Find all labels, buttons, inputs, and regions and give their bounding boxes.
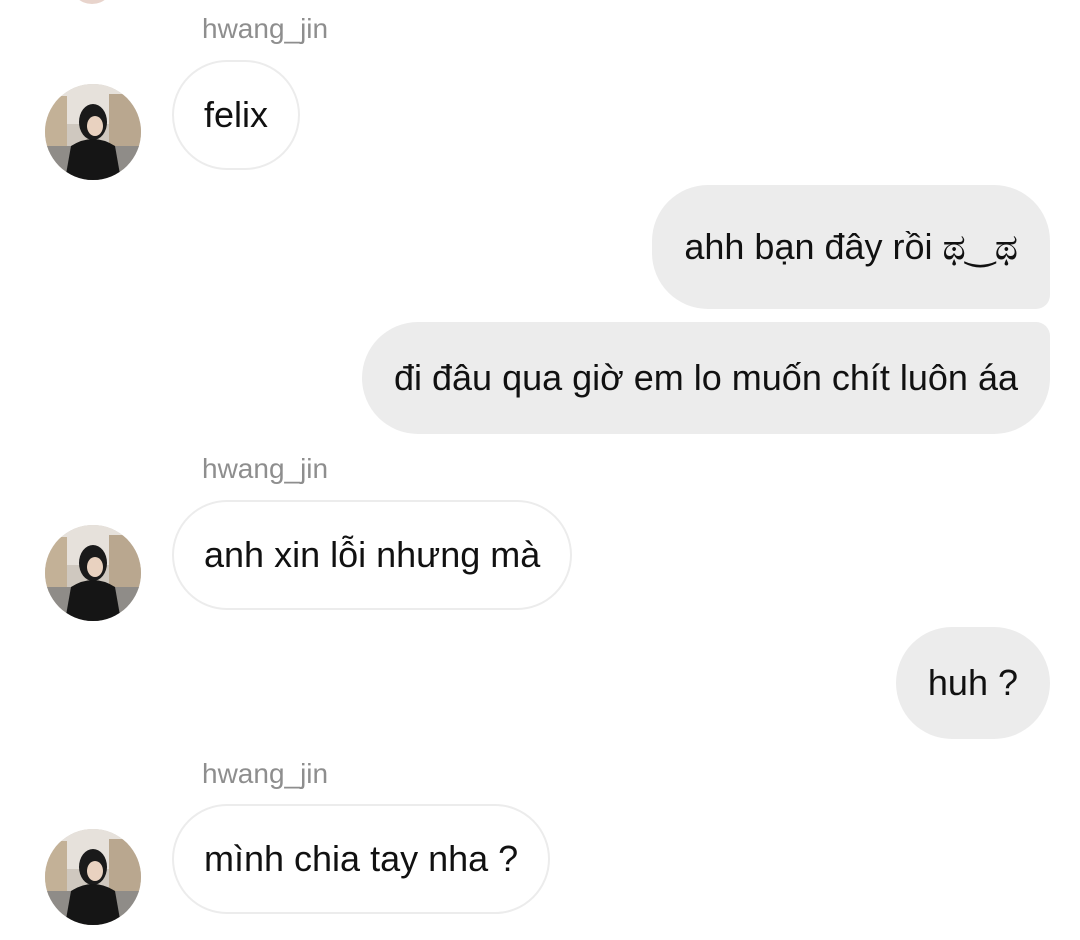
- profile-photo-icon: [45, 525, 141, 621]
- message-text: felix: [204, 94, 269, 135]
- message-text: đi đâu qua giờ em lo muốn chít luôn áa: [393, 357, 1018, 398]
- avatar[interactable]: [45, 829, 141, 925]
- message-text: ahh bạn đây rồi ಥ‿ಥ: [684, 226, 1018, 267]
- avatar[interactable]: [45, 525, 141, 621]
- incoming-message-bubble[interactable]: mình chia tay nha ?: [172, 804, 551, 914]
- message-text: anh xin lỗi nhưng mà: [204, 534, 541, 575]
- sender-username: hwang_jin: [202, 453, 329, 484]
- outgoing-message-bubble[interactable]: đi đâu qua giờ em lo muốn chít luôn áa: [361, 322, 1050, 434]
- outgoing-message-bubble[interactable]: huh ?: [895, 627, 1050, 739]
- message-text: mình chia tay nha ?: [204, 838, 519, 879]
- sender-username: hwang_jin: [202, 13, 329, 44]
- message-text: huh ?: [927, 662, 1018, 703]
- profile-photo-icon: [45, 84, 141, 180]
- profile-photo-icon: [45, 829, 141, 925]
- incoming-message-bubble[interactable]: anh xin lỗi nhưng mà: [172, 500, 573, 610]
- outgoing-message-bubble[interactable]: ahh bạn đây rồi ಥ‿ಥ: [652, 185, 1050, 309]
- incoming-message-bubble[interactable]: felix: [172, 60, 301, 170]
- avatar-partial-top: [70, 0, 114, 4]
- avatar[interactable]: [45, 84, 141, 180]
- sender-username: hwang_jin: [202, 758, 329, 789]
